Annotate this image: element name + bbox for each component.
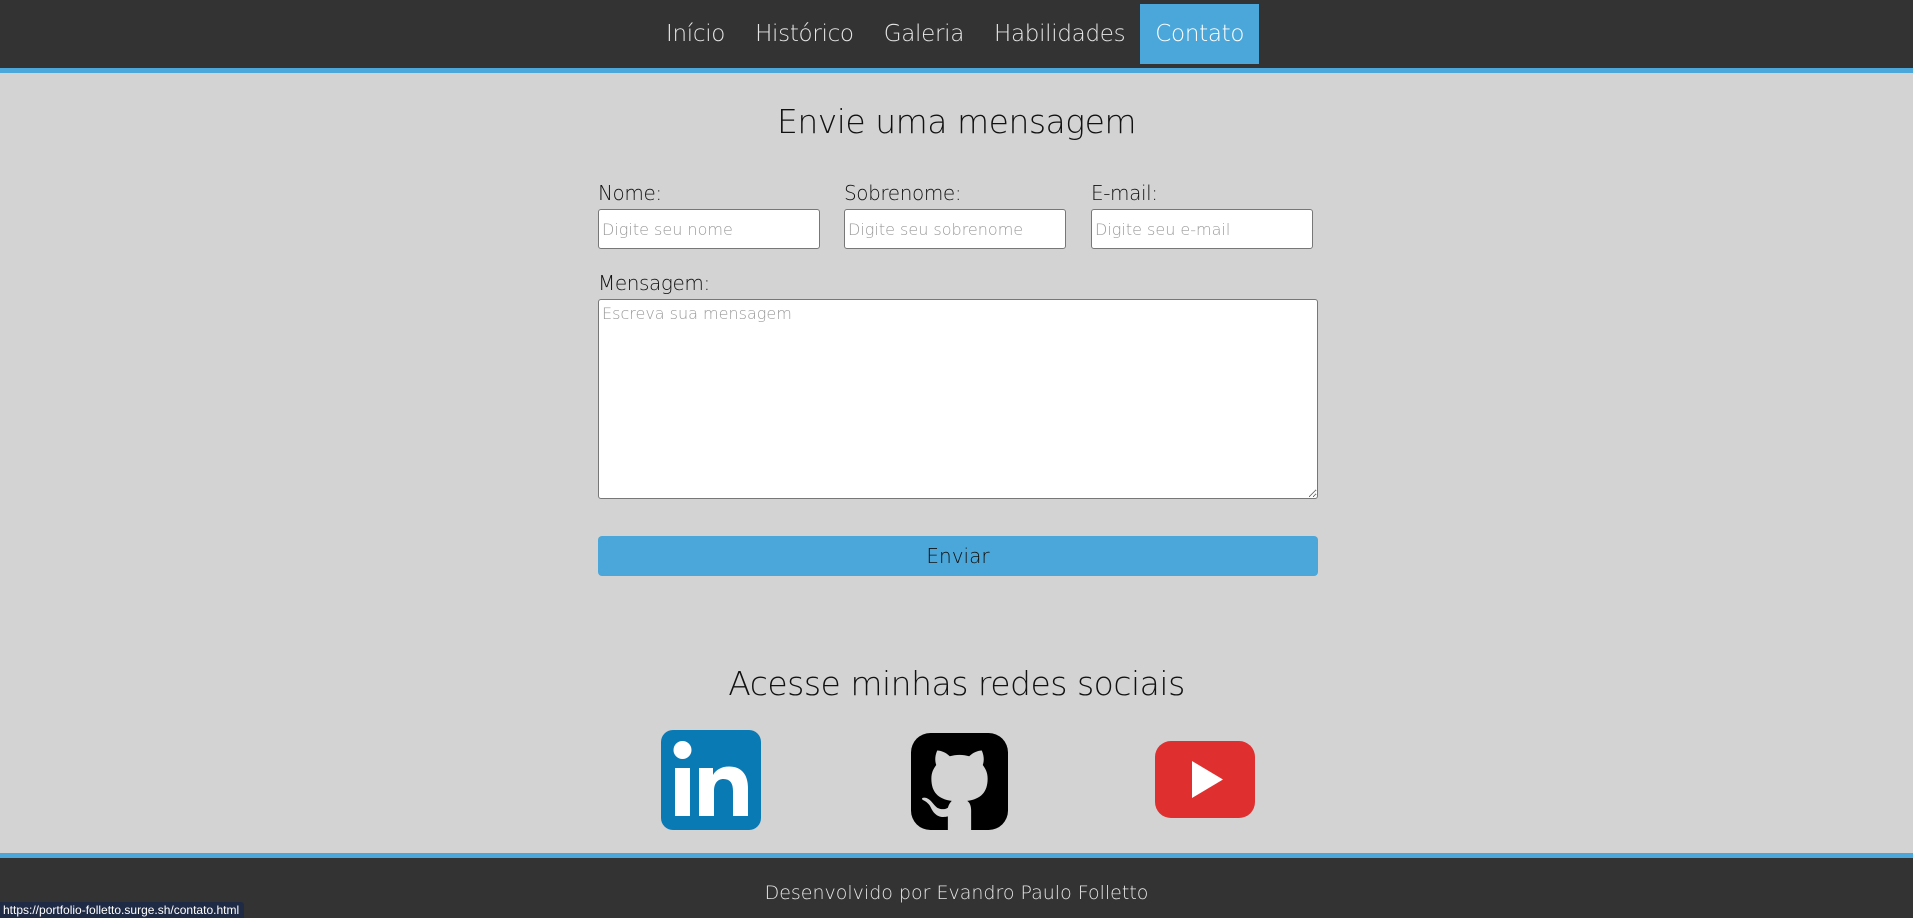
navbar: Início Histórico Galeria Habilidades Con… xyxy=(0,0,1913,73)
nav-item-contato[interactable]: Contato xyxy=(1140,4,1260,64)
nav-item-galeria[interactable]: Galeria xyxy=(869,4,979,64)
nav-item-inicio[interactable]: Início xyxy=(651,4,740,64)
surname-input[interactable] xyxy=(844,209,1066,249)
youtube-icon xyxy=(1155,741,1255,818)
youtube-link[interactable] xyxy=(1155,741,1255,822)
github-link[interactable] xyxy=(911,733,1008,834)
linkedin-link[interactable] xyxy=(661,730,761,834)
footer: Desenvolvido por Evandro Paulo Folletto xyxy=(0,853,1913,918)
linkedin-icon xyxy=(661,730,761,830)
email-input[interactable] xyxy=(1091,209,1313,249)
message-label: Mensagem: xyxy=(598,271,710,295)
social-title: Acesse minhas redes sociais xyxy=(728,664,1185,703)
message-textarea[interactable] xyxy=(598,299,1318,499)
name-input[interactable] xyxy=(598,209,820,249)
surname-label: Sobrenome: xyxy=(844,181,962,205)
status-bar-url: https://portfolio-folletto.surge.sh/cont… xyxy=(0,902,245,918)
nav-item-historico[interactable]: Histórico xyxy=(740,4,869,64)
github-icon xyxy=(911,733,1008,830)
nav-item-habilidades[interactable]: Habilidades xyxy=(979,4,1140,64)
submit-button[interactable]: Enviar xyxy=(598,536,1318,576)
nav-list: Início Histórico Galeria Habilidades Con… xyxy=(651,4,1260,64)
footer-text: Desenvolvido por Evandro Paulo Folletto xyxy=(764,882,1149,904)
form-title: Envie uma mensagem xyxy=(776,102,1137,141)
email-label: E-mail: xyxy=(1091,181,1158,205)
name-label: Nome: xyxy=(598,181,662,205)
